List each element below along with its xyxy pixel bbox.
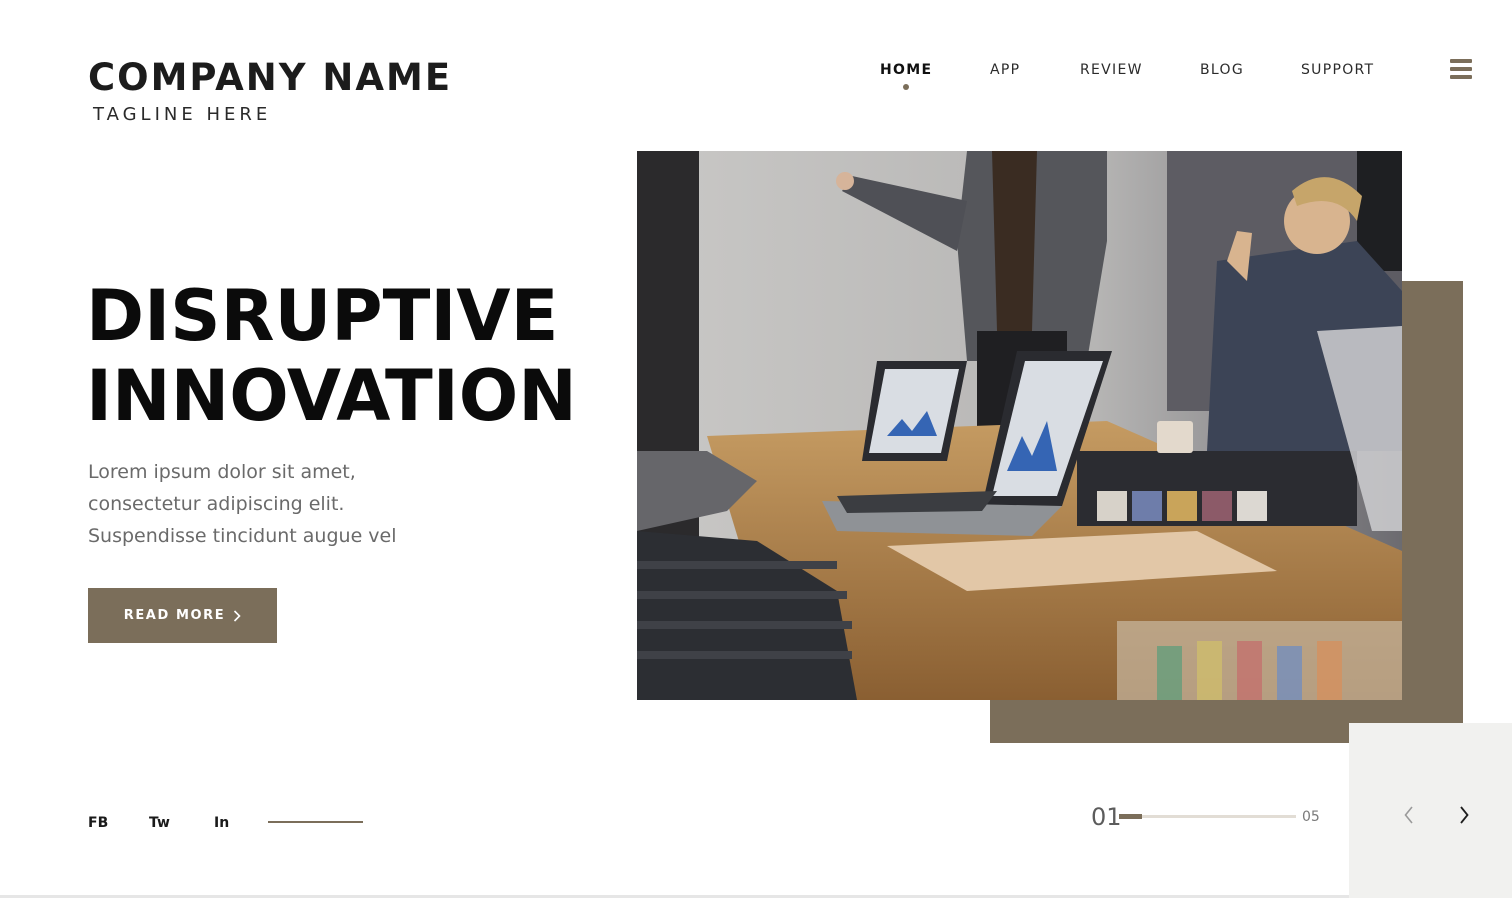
company-tagline: TAGLINE HERE: [93, 104, 272, 125]
main-nav: HOME APP REVIEW BLOG SUPPORT: [0, 62, 1512, 92]
read-more-label: READ MORE: [123, 608, 226, 623]
nav-item-label: APP: [990, 62, 1021, 78]
slide-current-number: 01: [1091, 803, 1122, 831]
hero-title-line: INNOVATION: [86, 355, 577, 437]
active-indicator-dot: [903, 84, 910, 90]
hero-description: Lorem ipsum dolor sit amet, consectetur …: [88, 456, 508, 552]
nav-item-home[interactable]: HOME: [880, 62, 933, 90]
social-link-linkedin[interactable]: In: [214, 815, 229, 831]
read-more-button[interactable]: READ MORE: [88, 588, 277, 643]
slider-nav-panel: [1349, 723, 1512, 898]
social-divider-line: [268, 821, 363, 823]
hero-title-line: DISRUPTIVE: [86, 275, 559, 357]
chevron-right-icon: [234, 609, 241, 622]
hero-image: [637, 151, 1402, 700]
hero-description-line: Suspendisse tincidunt augue vel: [88, 525, 397, 547]
nav-item-support[interactable]: SUPPORT: [1301, 62, 1374, 78]
slide-total-number: 05: [1302, 809, 1320, 825]
nav-item-app[interactable]: APP: [990, 62, 1020, 78]
nav-item-blog[interactable]: BLOG: [1200, 62, 1244, 78]
hero-description-line: consectetur adipiscing elit.: [88, 493, 345, 515]
hero-title: DISRUPTIVE INNOVATION: [86, 276, 577, 436]
slide-progress-track: [1119, 814, 1296, 819]
nav-item-review[interactable]: REVIEW: [1080, 62, 1143, 78]
social-link-twitter[interactable]: Tw: [149, 815, 170, 831]
social-link-facebook[interactable]: FB: [88, 815, 108, 831]
slider-next-button[interactable]: [1453, 804, 1475, 826]
slider-prev-button[interactable]: [1398, 804, 1420, 826]
nav-item-label: REVIEW: [1080, 62, 1143, 78]
hamburger-menu-icon[interactable]: [1450, 59, 1472, 79]
hero-description-line: Lorem ipsum dolor sit amet,: [88, 461, 356, 483]
chevron-right-icon: [1460, 806, 1469, 824]
nav-item-label: HOME: [880, 62, 933, 78]
nav-item-label: BLOG: [1200, 62, 1244, 78]
nav-item-label: SUPPORT: [1301, 62, 1375, 78]
chevron-left-icon: [1404, 806, 1413, 824]
slide-progress-fill: [1119, 814, 1142, 819]
